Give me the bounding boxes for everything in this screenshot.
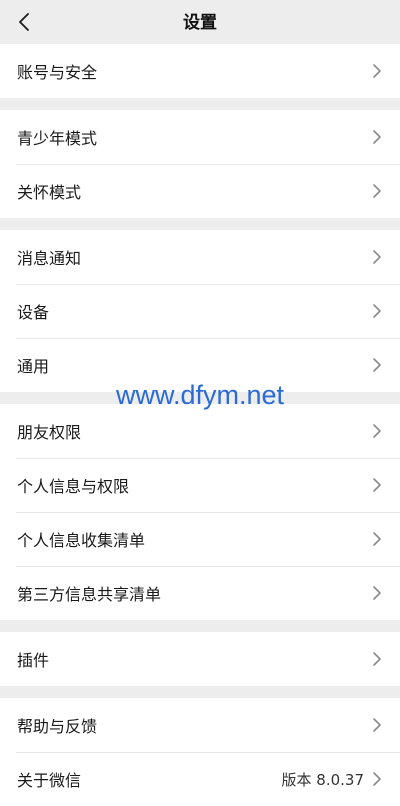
settings-group-account: 账号与安全 <box>0 44 400 98</box>
settings-item-label: 插件 <box>17 651 50 670</box>
settings-group-privacy: 朋友权限 个人信息与权限 个人信息收集清单 第三方信息共享清单 <box>0 404 400 620</box>
version-value: 版本 8.0.37 <box>281 770 364 789</box>
chevron-right-icon <box>373 130 381 144</box>
chevron-right-icon <box>373 478 381 492</box>
settings-group-about: 帮助与反馈 关于微信 版本 8.0.37 <box>0 698 400 806</box>
settings-item-label: 帮助与反馈 <box>17 717 98 736</box>
settings-item-care-mode[interactable]: 关怀模式 <box>0 164 400 218</box>
chevron-right-icon <box>373 184 381 198</box>
settings-item-account-security[interactable]: 账号与安全 <box>0 44 400 98</box>
settings-item-general[interactable]: 通用 <box>0 338 400 392</box>
settings-item-friend-permissions[interactable]: 朋友权限 <box>0 404 400 458</box>
settings-item-label: 第三方信息共享清单 <box>17 585 162 604</box>
chevron-right-icon <box>373 250 381 264</box>
chevron-right-icon <box>373 424 381 438</box>
settings-item-personal-info-permissions[interactable]: 个人信息与权限 <box>0 458 400 512</box>
chevron-right-icon <box>373 64 381 78</box>
settings-item-devices[interactable]: 设备 <box>0 284 400 338</box>
settings-item-label: 个人信息收集清单 <box>17 531 146 550</box>
settings-item-third-party-sharing[interactable]: 第三方信息共享清单 <box>0 566 400 620</box>
settings-item-label: 个人信息与权限 <box>17 477 130 496</box>
chevron-right-icon <box>373 358 381 372</box>
settings-item-personal-info-list[interactable]: 个人信息收集清单 <box>0 512 400 566</box>
settings-item-label: 关于微信 <box>17 771 82 790</box>
settings-item-label: 青少年模式 <box>17 129 98 148</box>
settings-item-label: 朋友权限 <box>17 423 82 442</box>
chevron-right-icon <box>373 772 381 786</box>
settings-item-label: 消息通知 <box>17 249 82 268</box>
settings-item-label: 账号与安全 <box>17 63 98 82</box>
settings-item-label: 设备 <box>17 303 50 322</box>
chevron-right-icon <box>373 586 381 600</box>
chevron-right-icon <box>373 652 381 666</box>
chevron-right-icon <box>373 718 381 732</box>
settings-item-teen-mode[interactable]: 青少年模式 <box>0 110 400 164</box>
settings-group-plugins: 插件 <box>0 632 400 686</box>
settings-item-help-feedback[interactable]: 帮助与反馈 <box>0 698 400 752</box>
chevron-right-icon <box>373 304 381 318</box>
top-bar: 设置 <box>0 0 400 44</box>
settings-item-plugins[interactable]: 插件 <box>0 632 400 686</box>
settings-group-general: 消息通知 设备 通用 <box>0 230 400 392</box>
settings-item-notifications[interactable]: 消息通知 <box>0 230 400 284</box>
settings-item-label: 通用 <box>17 357 50 376</box>
settings-item-about-wechat[interactable]: 关于微信 版本 8.0.37 <box>0 752 400 806</box>
page-title: 设置 <box>183 13 217 33</box>
settings-item-label: 关怀模式 <box>17 183 82 202</box>
chevron-right-icon <box>373 532 381 546</box>
settings-group-modes: 青少年模式 关怀模式 <box>0 110 400 218</box>
